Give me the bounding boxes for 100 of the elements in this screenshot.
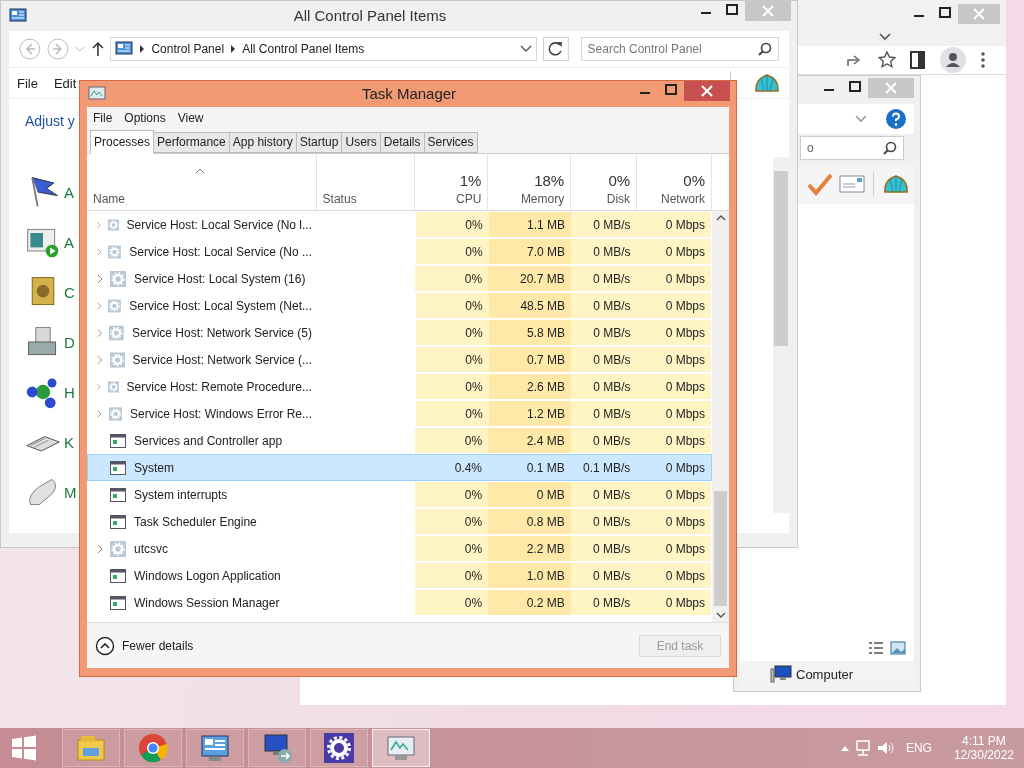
envelope-icon[interactable]	[839, 175, 865, 193]
process-row[interactable]: Service Host: Local System (16) 0% 20.7 MB 0 MB/s 0 Mbps	[87, 265, 713, 292]
table-cell: 0 Mbps	[665, 487, 706, 502]
process-row[interactable]: Service Host: Local System (Net... 0% 48.5 MB 0 MB/s 0 Mbps	[87, 292, 713, 319]
breadcrumb-link[interactable]: Control Panel	[151, 42, 225, 56]
search-icon[interactable]	[758, 42, 772, 56]
item-link[interactable]: D	[64, 333, 75, 351]
column-header[interactable]: Status	[322, 192, 357, 206]
scroll-thumb[interactable]	[774, 171, 788, 346]
gear-icon	[109, 351, 125, 368]
taskbar-app-button[interactable]	[310, 729, 368, 767]
breadcrumb-link[interactable]: All Control Panel Items	[242, 42, 365, 56]
close-button[interactable]	[684, 81, 730, 101]
table-cell: 0%	[465, 352, 483, 367]
menu-item[interactable]: Edit	[53, 75, 77, 91]
tab[interactable]: Users	[341, 132, 381, 153]
menu-icon[interactable]	[980, 51, 986, 69]
process-row[interactable]: Windows Logon Application 0% 1.0 MB 0 MB/s 0 Mbps	[87, 562, 713, 589]
item-link[interactable]: H	[64, 383, 75, 401]
menu-item[interactable]: Options	[124, 111, 166, 125]
search-field[interactable]: Search Control Panel	[580, 37, 779, 61]
process-row[interactable]: Service Host: Windows Error Re... 0% 1.2 MB 0 MB/s 0 Mbps	[87, 400, 713, 427]
column-header[interactable]: Name	[93, 192, 125, 206]
settings-icon	[323, 732, 355, 764]
table-cell: 0%	[465, 217, 483, 232]
item-link[interactable]: K	[64, 433, 74, 451]
process-row[interactable]: Service Host: Remote Procedure... 0% 2.6 MB 0 MB/s 0 Mbps	[87, 373, 713, 400]
menu-item[interactable]: View	[177, 111, 204, 125]
menu-item[interactable]: File	[93, 111, 113, 125]
item-link[interactable]: M	[64, 483, 77, 501]
process-row[interactable]: Task Scheduler Engine 0% 0.8 MB 0 MB/s 0 Mbps	[87, 508, 713, 535]
tab[interactable]: App history	[228, 132, 297, 153]
chrome-icon	[137, 732, 169, 764]
process-row[interactable]: Service Host: Network Service (5) 0% 5.8 MB 0 MB/s 0 Mbps	[87, 319, 713, 346]
table-cell: 0 Mbps	[665, 406, 706, 421]
tab[interactable]: Startup	[295, 132, 343, 153]
table-cell: 0%	[464, 595, 483, 610]
shell-icon[interactable]	[882, 172, 910, 196]
tab[interactable]: Processes	[90, 130, 155, 154]
process-row[interactable]: System interrupts 0% 0 MB 0 MB/s 0 Mbps	[87, 481, 713, 508]
search-field[interactable]: o	[800, 136, 904, 160]
start-button[interactable]	[10, 734, 38, 762]
window-icon	[110, 433, 126, 448]
profile-icon[interactable]	[940, 47, 966, 73]
column-header[interactable]: CPU	[456, 192, 482, 206]
star-icon[interactable]	[878, 51, 896, 69]
details-view-icon[interactable]	[868, 641, 884, 655]
taskbar-app-button[interactable]	[248, 729, 306, 767]
column-header[interactable]: Memory	[520, 192, 565, 206]
table-cell: 0%	[464, 568, 483, 583]
fewer-details-button[interactable]: Fewer details	[95, 635, 194, 656]
process-row[interactable]: Service Host: Local Service (No l... 0% 1.1 MB 0 MB/s 0 Mbps	[87, 211, 713, 238]
tab[interactable]: Performance	[153, 132, 230, 153]
help-icon[interactable]	[886, 109, 906, 129]
item-link[interactable]: A	[64, 183, 74, 201]
process-row[interactable]: System 0.4% 0.1 MB 0.1 MB/s 0 Mbps	[87, 454, 713, 481]
column-header[interactable]: Network	[661, 192, 705, 206]
process-name: Service Host: Local Service (No ...	[129, 244, 312, 259]
column-usage: 18%	[534, 172, 565, 189]
tray-caret-icon[interactable]	[839, 744, 850, 752]
item-link[interactable]: C	[64, 283, 75, 301]
refresh-button[interactable]	[542, 37, 569, 61]
tab[interactable]: Services	[423, 132, 478, 153]
sidebar-icon[interactable]	[910, 51, 926, 69]
scrollbar[interactable]	[773, 157, 789, 513]
table-cell: 0 MB/s	[593, 325, 631, 340]
tab[interactable]: Details	[379, 132, 425, 153]
table-cell: 2.6 MB	[527, 379, 566, 394]
window-icon	[110, 568, 126, 583]
taskbar-app-button[interactable]	[186, 729, 244, 767]
process-row[interactable]: Windows Session Manager 0% 0.2 MB 0 MB/s 0 Mbps	[87, 589, 713, 616]
control-panel-icon	[199, 732, 231, 764]
scroll-thumb[interactable]	[714, 491, 727, 606]
table-cell: 0.1 MB	[526, 460, 565, 475]
table-cell: 2.4 MB	[526, 433, 565, 448]
gear-icon	[108, 243, 122, 260]
chevron-down-icon[interactable]	[854, 114, 868, 124]
shell-icon[interactable]	[753, 71, 781, 95]
gear-icon	[108, 405, 122, 422]
menu-item[interactable]: File	[17, 75, 38, 91]
table-cell: 1.2 MB	[527, 406, 566, 421]
address-bar[interactable]: Control Panel All Control Panel Items	[110, 37, 537, 61]
process-row[interactable]: Services and Controller app 0% 2.4 MB 0 MB/s 0 Mbps	[87, 427, 713, 454]
scrollbar[interactable]	[712, 211, 729, 622]
volume-icon[interactable]	[875, 739, 894, 757]
chevron-down-icon[interactable]	[878, 32, 892, 42]
up-arrow-icon[interactable]	[90, 41, 105, 57]
checkmark-icon[interactable]	[807, 172, 833, 196]
process-row[interactable]: utcsvc 0% 2.2 MB 0 MB/s 0 Mbps	[87, 535, 713, 562]
table-cell: 0 MB/s	[593, 487, 631, 502]
search-icon[interactable]	[883, 141, 897, 155]
dropdown-caret-icon[interactable]	[519, 45, 532, 53]
process-row[interactable]: Service Host: Network Service (... 0% 0.7 MB 0 MB/s 0 Mbps	[87, 346, 713, 373]
thumbnail-view-icon[interactable]	[890, 641, 906, 655]
process-row[interactable]: Service Host: Local Service (No ... 0% 7.0 MB 0 MB/s 0 Mbps	[87, 238, 713, 265]
process-name: Service Host: Local System (16)	[134, 271, 306, 286]
table-cell: 0.2 MB	[526, 595, 565, 610]
column-header[interactable]: Disk	[606, 192, 631, 206]
table-cell: 0%	[464, 487, 483, 502]
item-link[interactable]: A	[64, 233, 74, 251]
